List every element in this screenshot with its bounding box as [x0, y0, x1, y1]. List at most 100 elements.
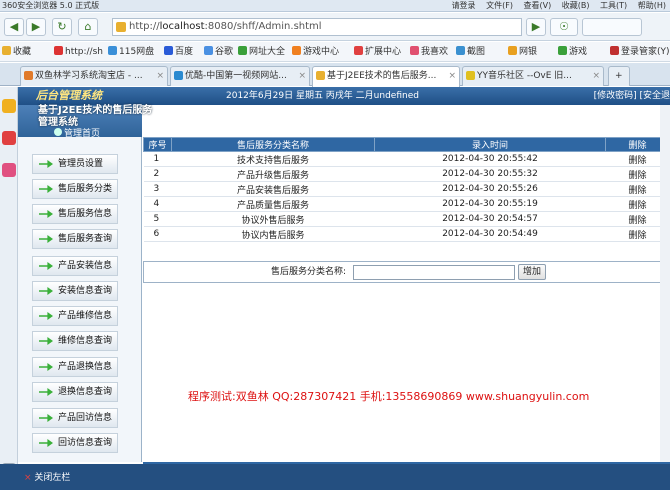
baidu-icon [164, 46, 173, 55]
menu-repair-query[interactable]: 维修信息查询 [32, 331, 118, 351]
tab-yy[interactable]: YY音乐社区 --OvE 旧... × [462, 66, 604, 86]
close-tab-icon[interactable]: × [298, 67, 306, 85]
content-scrollbar[interactable] [660, 105, 670, 462]
tab-favicon-icon [316, 71, 325, 80]
management-home-link[interactable]: 管理首页 [54, 128, 100, 139]
favorites-star-icon[interactable] [2, 99, 16, 113]
url-path: :8080/shff/Admin.shtml [204, 21, 322, 32]
tab-youku[interactable]: 优酷-中国第一视频网站... × [170, 66, 310, 86]
browser-menu: 请登录 文件(F) 查看(V) 收藏(B) 工具(T) 帮助(H) [444, 0, 666, 12]
col-name-header: 售后服务分类名称 [171, 137, 375, 152]
game-icon [558, 46, 567, 55]
bookmark-screenshot[interactable]: 截图 [456, 45, 485, 59]
tab-admin[interactable]: 基于J2EE技术的售后服务... × [312, 66, 460, 87]
arrow-icon [39, 439, 53, 447]
menu-install-info[interactable]: 产品安装信息 [32, 256, 118, 276]
refresh-button[interactable]: ↻ [52, 18, 72, 36]
header-links[interactable]: [修改密码] [安全退 [594, 87, 670, 105]
close-tab-icon[interactable]: × [156, 67, 164, 85]
table-header-row: 序号 售后服务分类名称 录入时间 删除 [143, 137, 670, 152]
menu-install-query[interactable]: 安装信息查询 [32, 281, 118, 301]
tab-favicon-icon [174, 71, 183, 80]
table-row: 3 产品安装售后服务 2012-04-30 20:55:26 删除 [143, 181, 670, 197]
bookmark-directory[interactable]: 网址大全 [238, 45, 285, 59]
menu-repair-info[interactable]: 产品维修信息 [32, 306, 118, 326]
tab-bar: 双鱼林学习系统淘宝店 - ... × 优酷-中国第一视频网站... × 基于J2EE… [0, 63, 670, 87]
menu-service-query[interactable]: 售后服务查询 [32, 229, 118, 249]
bookmark-google[interactable]: 谷歌 [204, 45, 233, 59]
browser-sidebar [0, 87, 18, 490]
arrow-icon [39, 414, 53, 422]
menu-login[interactable]: 请登录 [452, 1, 476, 10]
menu-admin-settings[interactable]: 管理员设置 [32, 154, 118, 174]
table-row: 5 协议外售后服务 2012-04-30 20:54:57 删除 [143, 211, 670, 227]
menu-visit-query[interactable]: 回访信息查询 [32, 433, 118, 453]
key-icon [610, 46, 619, 55]
menu-view[interactable]: 查看(V) [524, 1, 552, 10]
back-button[interactable]: ◀ [4, 18, 24, 36]
add-button[interactable]: 增加 [518, 264, 546, 280]
cloud-icon [108, 46, 117, 55]
url-host: localhost [159, 21, 205, 32]
star-icon [2, 46, 11, 55]
menu-service-info[interactable]: 售后服务信息 [32, 204, 118, 224]
menu-file[interactable]: 文件(F) [486, 1, 513, 10]
new-tab-button[interactable]: + [608, 66, 630, 86]
add-category-form: 售后服务分类名称: 增加 [143, 261, 670, 283]
arrow-icon [39, 287, 53, 295]
tab-taobao[interactable]: 双鱼林学习系统淘宝店 - ... × [20, 66, 168, 86]
home-button[interactable]: ⌂ [78, 18, 98, 36]
sidebar-header: 基于J2EE技术的售后服务管理系统 管理首页 [18, 105, 152, 139]
menu-favorites[interactable]: 收藏(B) [562, 1, 590, 10]
puzzle-icon [354, 46, 363, 55]
bookmark-115[interactable]: 115网盘 [108, 45, 154, 59]
bookmark-login-manager[interactable]: 登录管家(Y) [610, 45, 670, 59]
close-icon: × [24, 473, 32, 483]
arrow-icon [39, 337, 53, 345]
col-index-header: 序号 [143, 137, 172, 152]
bookmark-games[interactable]: 游戏 [558, 45, 587, 59]
browser-title: 360安全浏览器 5.0 正式版 [2, 1, 100, 10]
browser-title-bar: 360安全浏览器 5.0 正式版 请登录 文件(F) 查看(V) 收藏(B) 工… [0, 0, 670, 12]
category-table: 序号 售后服务分类名称 录入时间 删除 1 技术支持售后服务 2012-04-30 … [143, 137, 670, 247]
scissors-icon [456, 46, 465, 55]
app-header: 后台管理系统 2012年6月29日 星期五 丙戌年 二月undefined [修… [18, 87, 670, 105]
url-prefix: http:// [129, 21, 160, 32]
table-row: 6 协议内售后服务 2012-04-30 20:54:49 删除 [143, 226, 670, 242]
weibo-icon[interactable] [2, 131, 16, 145]
address-toolbar: ◀ ▶ ↻ ⌂ http://localhost:8080/shff/Admin… [0, 13, 670, 41]
at-icon[interactable] [2, 163, 16, 177]
bookmark-extensions[interactable]: 扩展中心 [354, 45, 401, 59]
close-left-panel-link[interactable]: × 关闭左栏 [24, 470, 70, 483]
arrow-icon [39, 210, 53, 218]
bookmark-like[interactable]: 我喜欢 [410, 45, 448, 59]
tab-favicon-icon [466, 71, 475, 80]
menu-tools[interactable]: 工具(T) [600, 1, 627, 10]
bookmark-favorites[interactable]: 收藏 [2, 45, 31, 59]
bookmark-baidu[interactable]: 百度 [164, 45, 193, 59]
menu-visit-info[interactable]: 产品回访信息 [32, 408, 118, 428]
security-shield-icon[interactable]: ☉ [550, 18, 578, 36]
url-input[interactable]: http://localhost:8080/shff/Admin.shtml [112, 18, 522, 36]
page-icon [54, 46, 63, 55]
arrow-icon [39, 262, 53, 270]
bookmark-bank[interactable]: 网银 [508, 45, 537, 59]
menu-return-query[interactable]: 退换信息查询 [32, 382, 118, 402]
category-name-input[interactable] [353, 265, 515, 280]
table-row: 4 产品质量售后服务 2012-04-30 20:55:19 删除 [143, 196, 670, 212]
menu-help[interactable]: 帮助(H) [638, 1, 666, 10]
tab-favicon-icon [24, 71, 33, 80]
url-go-button[interactable]: ▶ [526, 18, 546, 36]
page-favicon-icon [116, 22, 126, 32]
close-tab-icon[interactable]: × [448, 67, 456, 85]
close-tab-icon[interactable]: × [592, 67, 600, 85]
menu-service-category[interactable]: 售后服务分类 [32, 179, 118, 199]
bookmark-games-center[interactable]: 游戏中心 [292, 45, 339, 59]
category-name-label: 售后服务分类名称: [271, 267, 347, 277]
table-row: 1 技术支持售后服务 2012-04-30 20:55:42 删除 [143, 151, 670, 167]
search-box[interactable] [582, 18, 642, 36]
menu-return-info[interactable]: 产品退换信息 [32, 357, 118, 377]
home-icon [54, 128, 62, 136]
bookmark-http[interactable]: http://sh [54, 45, 103, 59]
forward-button[interactable]: ▶ [26, 18, 46, 36]
